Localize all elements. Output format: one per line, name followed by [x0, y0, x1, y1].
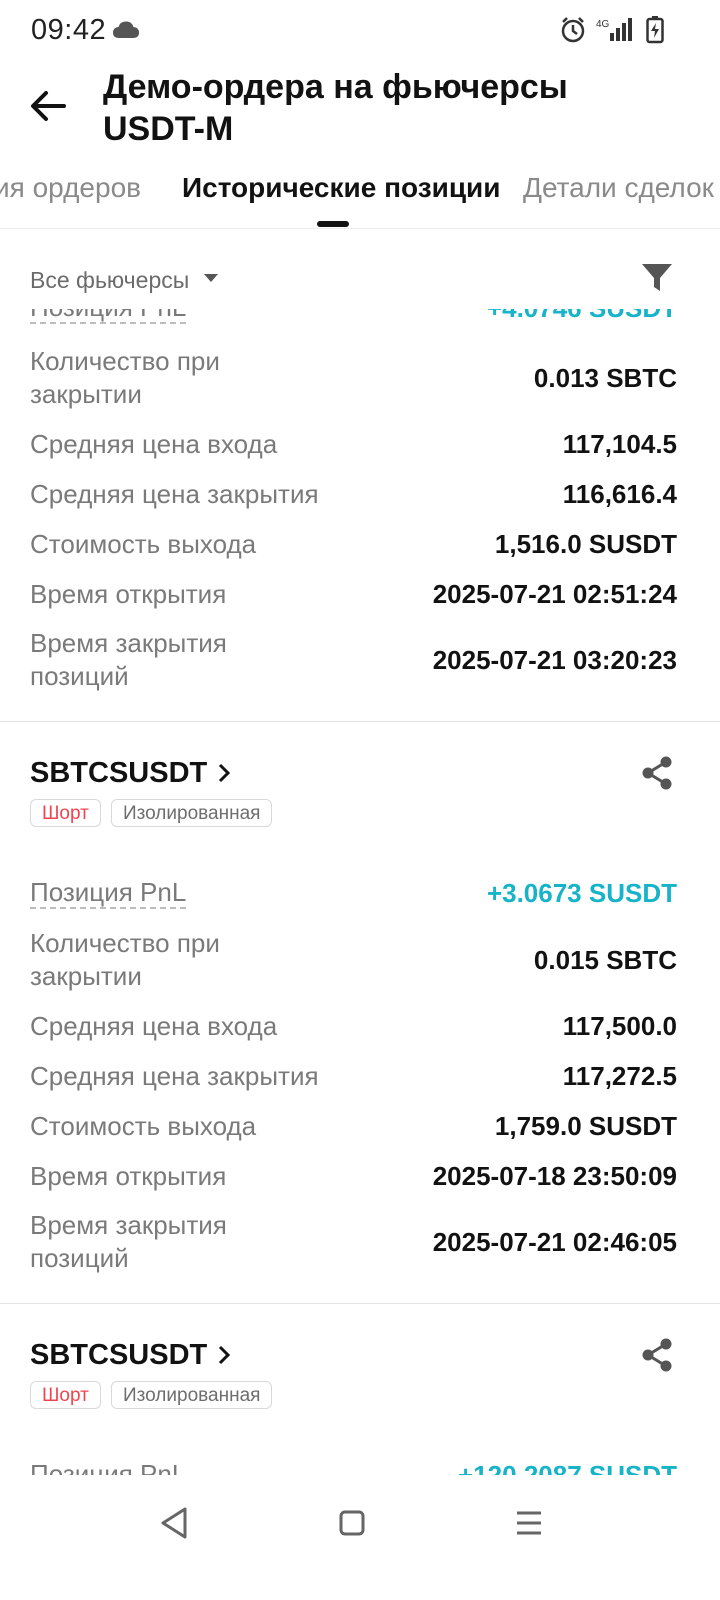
share-icon[interactable] [641, 756, 673, 795]
detail-label: Средняя цена входа [30, 1011, 278, 1041]
nav-menu-icon[interactable] [511, 1505, 551, 1545]
detail-value: 1,516.0 SUSDT [494, 529, 677, 559]
margin-mode-badge: Изолированная [111, 1381, 273, 1409]
detail-label: Время открытия [30, 579, 227, 609]
detail-value: 117,104.5 [562, 429, 677, 459]
detail-value: 0.013 SBTC [533, 363, 677, 393]
detail-value: 0.015 SBTC [533, 945, 677, 975]
pnl-label[interactable]: Позиция PnL [30, 1459, 186, 1475]
status-icons: 4G [560, 16, 664, 49]
symbol-link[interactable]: SBTCSUSDT [30, 1339, 207, 1372]
pnl-value: +120.2087 SUSDT [458, 1460, 677, 1475]
detail-value: 117,500.0 [562, 1011, 677, 1041]
detail-value: 2025-07-21 02:51:24 [432, 579, 677, 609]
tab-historical-positions[interactable]: Исторические позиции [182, 172, 501, 204]
detail-label: Количество при закрытии [30, 346, 220, 409]
side-badge: Шорт [30, 1381, 101, 1409]
detail-label: Время открытия [30, 1161, 227, 1191]
detail-label: Средняя цена входа [30, 429, 278, 459]
chevron-right-icon[interactable] [217, 760, 231, 791]
symbol-link[interactable]: SBTCSUSDT [30, 757, 207, 790]
detail-label: Стоимость выхода [30, 1111, 257, 1141]
active-tab-indicator [317, 221, 349, 227]
pnl-label[interactable]: Позиция PnL [30, 877, 187, 909]
battery-icon [646, 16, 664, 49]
filter-icon[interactable] [641, 263, 673, 298]
status-time: 09:42 [31, 14, 107, 46]
detail-value: 116,616.4 [562, 479, 677, 509]
detail-label: Стоимость выхода [30, 529, 257, 559]
card-divider [0, 1303, 720, 1304]
detail-label: Средняя цена закрытия [30, 1061, 319, 1091]
back-arrow-icon[interactable] [28, 86, 76, 126]
filter-bar: Все фьючерсы [0, 229, 720, 309]
tab-bar: ия ордеров Исторические позиции Детали с… [0, 160, 720, 229]
cloud-icon [112, 20, 140, 45]
system-nav-bar [0, 1475, 720, 1600]
side-badge: Шорт [30, 799, 101, 827]
detail-label: Количество при закрытии [30, 928, 220, 991]
detail-value: 1,759.0 SUSDT [494, 1111, 677, 1141]
card-divider [0, 721, 720, 722]
detail-value: 2025-07-21 03:20:23 [432, 645, 677, 675]
nav-home-icon[interactable] [334, 1505, 374, 1545]
nav-back-icon[interactable] [157, 1505, 197, 1545]
svg-text:4G: 4G [596, 19, 610, 30]
pnl-value: +3.0673 SUSDT [486, 878, 677, 908]
chevron-right-icon[interactable] [217, 1342, 231, 1373]
share-icon[interactable] [641, 1338, 673, 1377]
detail-label: Средняя цена закрытия [30, 479, 319, 509]
margin-mode-badge: Изолированная [111, 799, 273, 827]
detail-value: 117,272.5 [562, 1061, 677, 1091]
detail-label: Время закрытия позиций [30, 1210, 227, 1273]
futures-filter-dropdown[interactable]: Все фьючерсы [30, 267, 189, 294]
alarm-icon [560, 16, 586, 49]
detail-value: 2025-07-18 23:50:09 [432, 1161, 677, 1191]
detail-value: 2025-07-21 02:46:05 [432, 1227, 677, 1257]
detail-label: Время закрытия позиций [30, 628, 227, 691]
tab-order-history[interactable]: ия ордеров [0, 172, 141, 204]
status-bar: 09:42 4G [0, 0, 720, 64]
caret-down-icon[interactable] [204, 274, 218, 282]
signal-icon: 4G [596, 17, 636, 48]
page-title: Демо-ордера на фьючерсы USDT-M [103, 68, 568, 148]
positions-list[interactable]: Позиция PnL +4.0746 SUSDT Количество при… [0, 290, 720, 1475]
tab-trade-details[interactable]: Детали сделок [523, 172, 714, 204]
